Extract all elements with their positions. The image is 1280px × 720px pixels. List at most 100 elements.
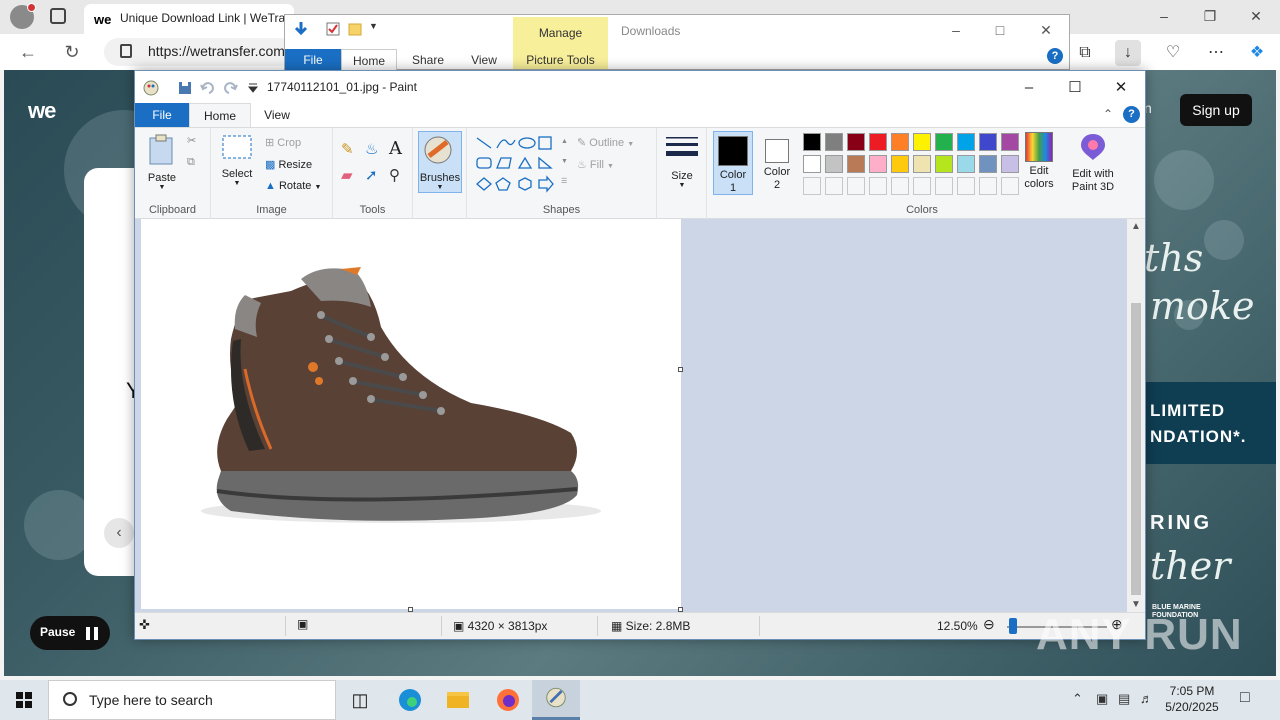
paste-dropdown-icon[interactable]: ▼: [143, 184, 181, 191]
collapse-ribbon-icon[interactable]: ⌃: [1103, 107, 1113, 121]
palette-swatch[interactable]: [891, 155, 909, 173]
resize-button[interactable]: ▩ Resize: [265, 158, 312, 171]
paint-maximize-button[interactable]: ☐: [1053, 75, 1097, 101]
shapes-gallery[interactable]: [475, 134, 567, 194]
collections-icon[interactable]: ⧉: [1072, 40, 1098, 66]
properties-icon[interactable]: [325, 21, 341, 37]
fill-button[interactable]: ♨ Fill ▼: [577, 158, 614, 171]
palette-swatch[interactable]: [803, 155, 821, 173]
color-picker-icon[interactable]: ➚: [365, 166, 378, 184]
palette-swatch[interactable]: [935, 155, 953, 173]
address-bar[interactable]: https://wetransfer.com: [104, 38, 294, 66]
network-icon[interactable]: ▤: [1118, 691, 1130, 707]
browser-close-button[interactable]: ✕: [1246, 6, 1266, 26]
custom-color-slot[interactable]: [847, 177, 865, 195]
custom-color-slot[interactable]: [891, 177, 909, 195]
wetransfer-logo[interactable]: we: [28, 98, 56, 124]
paste-button[interactable]: Paste ▼: [143, 134, 181, 191]
custom-color-slot[interactable]: [913, 177, 931, 195]
magnifier-icon[interactable]: ⚲: [389, 166, 400, 184]
redo-icon[interactable]: [224, 82, 238, 94]
custom-color-slot[interactable]: [957, 177, 975, 195]
palette-swatch[interactable]: [913, 133, 931, 151]
custom-color-slot[interactable]: [803, 177, 821, 195]
explorer-help-icon[interactable]: ?: [1047, 48, 1063, 64]
image-canvas[interactable]: [141, 219, 681, 609]
color2-button[interactable]: Color 2: [757, 131, 797, 195]
rotate-button[interactable]: ▲ Rotate ▼: [265, 180, 321, 192]
vertical-scrollbar[interactable]: ▲ ▼: [1127, 219, 1145, 612]
custom-color-slot[interactable]: [869, 177, 887, 195]
paint-minimize-button[interactable]: –: [1007, 75, 1051, 101]
new-folder-icon[interactable]: [347, 21, 363, 37]
tab-actions-icon[interactable]: [50, 8, 66, 24]
notifications-icon[interactable]: □: [1240, 689, 1250, 707]
explorer-close-button[interactable]: ✕: [1031, 19, 1061, 41]
resize-handle-right[interactable]: [678, 367, 683, 372]
palette-swatch[interactable]: [825, 133, 843, 151]
carousel-back-button[interactable]: ‹: [104, 518, 134, 548]
palette-swatch[interactable]: [913, 155, 931, 173]
palette-swatch[interactable]: [979, 155, 997, 173]
meet-now-icon[interactable]: ▣: [1096, 691, 1108, 707]
scrollbar-thumb[interactable]: [1131, 303, 1141, 595]
copy-icon[interactable]: ⧉: [187, 156, 195, 169]
shapes-scroll-icon[interactable]: ▲ ▼ ☰: [561, 132, 568, 192]
select-dropdown-icon[interactable]: ▼: [217, 180, 257, 187]
brushes-button[interactable]: Brushes ▼: [418, 131, 462, 193]
palette-swatch[interactable]: [825, 155, 843, 173]
eraser-icon[interactable]: ▰: [341, 166, 353, 184]
sign-up-button[interactable]: Sign up: [1180, 94, 1252, 126]
fill-bucket-icon[interactable]: ♨: [365, 140, 378, 158]
explorer-tab-picture-tools[interactable]: Picture Tools: [513, 49, 608, 71]
paint-tab-view[interactable]: View: [251, 103, 303, 127]
select-button[interactable]: Select ▼: [217, 134, 257, 187]
cut-icon[interactable]: ✂: [187, 134, 196, 147]
task-view-icon[interactable]: ◫: [336, 680, 384, 720]
windows-start-icon[interactable]: [0, 680, 48, 720]
customize-qat-icon[interactable]: [247, 83, 259, 93]
paint-taskbar-icon[interactable]: [532, 680, 580, 720]
crop-button[interactable]: ⊞ Crop: [265, 136, 301, 149]
explorer-maximize-button[interactable]: □: [985, 19, 1015, 41]
explorer-tab-view[interactable]: View: [459, 49, 509, 71]
explorer-minimize-button[interactable]: –: [941, 19, 971, 41]
more-options-icon[interactable]: ⋯: [1203, 40, 1229, 66]
palette-swatch[interactable]: [957, 155, 975, 173]
paint-help-icon[interactable]: ?: [1123, 106, 1140, 123]
color1-button[interactable]: Color 1: [713, 131, 753, 195]
palette-swatch[interactable]: [869, 133, 887, 151]
refresh-icon[interactable]: ↻: [60, 40, 84, 64]
ad-band[interactable]: LIMITED NDATION*.: [1144, 382, 1276, 464]
palette-swatch[interactable]: [891, 133, 909, 151]
edit-with-paint3d-button[interactable]: Edit with Paint 3D: [1063, 132, 1123, 194]
save-icon[interactable]: [179, 82, 191, 94]
file-explorer-taskbar-icon[interactable]: [434, 680, 482, 720]
custom-color-slot[interactable]: [979, 177, 997, 195]
pencil-icon[interactable]: ✎: [341, 140, 354, 158]
outline-button[interactable]: ✎ Outline ▼: [577, 136, 634, 149]
explorer-tab-file[interactable]: File: [285, 49, 341, 71]
download-arrow-icon[interactable]: [293, 21, 309, 37]
undo-icon[interactable]: [200, 82, 214, 94]
taskbar-search-box[interactable]: Type here to search: [48, 680, 336, 720]
explorer-tab-home[interactable]: Home: [341, 49, 397, 71]
customize-toolbar-icon[interactable]: ▼: [369, 21, 385, 37]
profile-avatar[interactable]: [10, 3, 36, 29]
browser-tab-wetransfer[interactable]: we Unique Download Link | WeTransfer: [84, 4, 294, 34]
taskbar-clock[interactable]: 7:05 PM 5/20/2025: [1152, 683, 1232, 715]
palette-swatch[interactable]: [803, 133, 821, 151]
pause-button[interactable]: Pause: [30, 616, 110, 650]
paint-tab-home[interactable]: Home: [189, 103, 251, 127]
edit-colors-button[interactable]: Edit colors: [1017, 132, 1061, 191]
palette-swatch[interactable]: [847, 133, 865, 151]
paint-tab-file[interactable]: File: [135, 103, 189, 127]
back-arrow-icon[interactable]: ←: [16, 40, 40, 64]
edge-taskbar-icon[interactable]: [386, 680, 434, 720]
scroll-down-icon[interactable]: ▼: [1127, 599, 1145, 610]
custom-color-slot[interactable]: [825, 177, 843, 195]
firefox-taskbar-icon[interactable]: [484, 680, 532, 720]
palette-swatch[interactable]: [957, 133, 975, 151]
palette-swatch[interactable]: [979, 133, 997, 151]
scroll-up-icon[interactable]: ▲: [1127, 221, 1145, 232]
